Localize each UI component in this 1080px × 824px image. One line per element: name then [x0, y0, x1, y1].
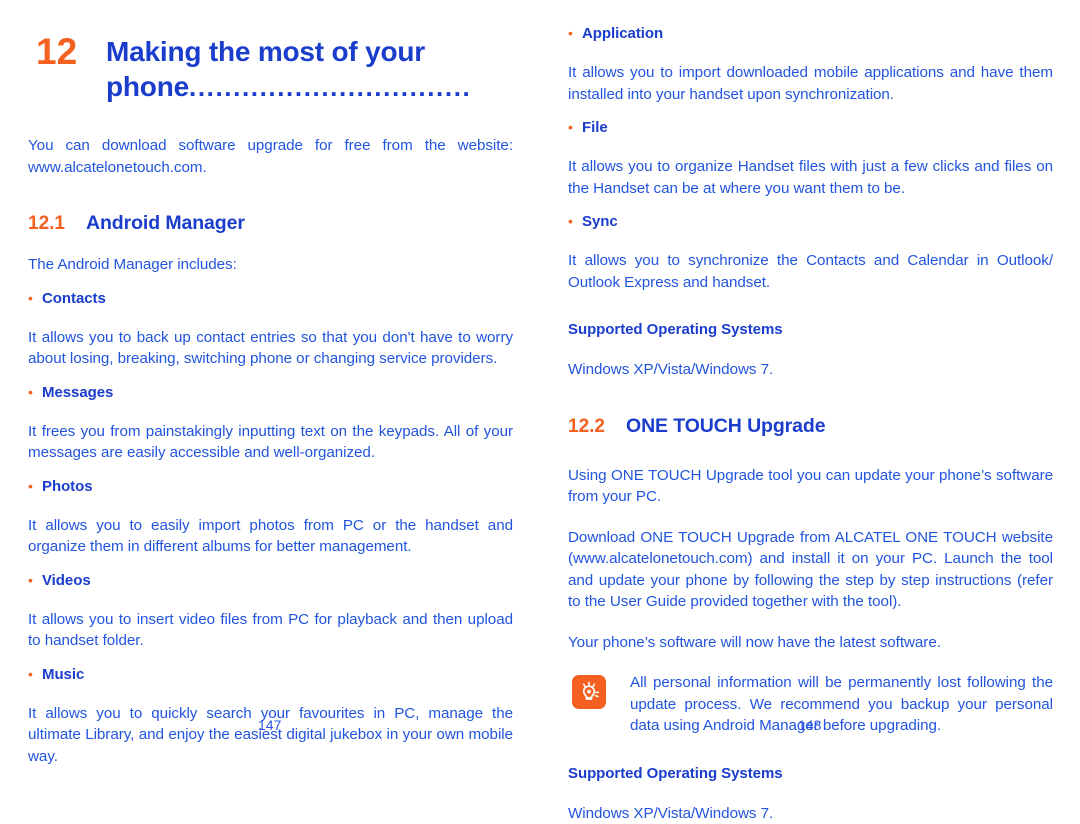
- supported-os-value: Windows XP/Vista/Windows 7.: [568, 359, 1053, 381]
- spacer: [28, 235, 513, 254]
- list-item-text: It frees you from painstakingly inputtin…: [28, 421, 513, 464]
- spacer: [568, 137, 1053, 156]
- section-heading-12-2: 12.2 ONE TOUCH Upgrade: [568, 415, 1053, 438]
- list-item: • Music: [28, 665, 513, 684]
- spacer: [568, 43, 1053, 62]
- bullet-icon: •: [28, 665, 42, 684]
- spacer: [28, 558, 513, 571]
- list-item: • Messages: [28, 383, 513, 402]
- intro-paragraph: You can download software upgrade for fr…: [28, 135, 513, 178]
- page-number-left: 147: [258, 717, 281, 733]
- list-item-text: It allows you to organize Handset files …: [568, 156, 1053, 199]
- section-title: ONE TOUCH Upgrade: [626, 415, 825, 438]
- upgrade-paragraph-3: Your phone’s software will now have the …: [568, 632, 1053, 654]
- bullet-icon: •: [28, 571, 42, 590]
- chapter-title-line-1: Making the most of your: [106, 34, 513, 69]
- upgrade-paragraph-2: Download ONE TOUCH Upgrade from ALCATEL …: [568, 527, 1053, 613]
- spacer: [568, 105, 1053, 118]
- right-page-column: • Application It allows you to import do…: [568, 0, 1053, 767]
- list-item-text: It allows you to import downloaded mobil…: [568, 62, 1053, 105]
- chapter-number: 12: [36, 33, 106, 71]
- spacer: [28, 590, 513, 609]
- spacer: [28, 652, 513, 665]
- bullet-icon: •: [568, 212, 582, 231]
- list-item-label: Messages: [42, 383, 113, 402]
- bullet-icon: •: [568, 118, 582, 137]
- left-page-column: 12 Making the most of your phone........…: [28, 0, 513, 767]
- chapter-heading: 12 Making the most of your phone........…: [36, 33, 513, 105]
- document-page-spread: 12 Making the most of your phone........…: [0, 0, 1080, 767]
- spacer: [568, 784, 1053, 803]
- spacer: [28, 370, 513, 383]
- tip-note-text: All personal information will be permane…: [606, 672, 1053, 737]
- page-number-right: 148: [798, 717, 821, 733]
- list-item-text: It allows you to back up contact entries…: [28, 327, 513, 370]
- list-item: • Sync: [568, 212, 1053, 231]
- chapter-title-word: phone: [106, 71, 189, 102]
- spacer: [568, 508, 1053, 527]
- section-title: Android Manager: [86, 212, 245, 235]
- list-item-text: It allows you to easily import photos fr…: [28, 515, 513, 558]
- bullet-icon: •: [568, 24, 582, 43]
- leader-dots: ................................: [189, 72, 471, 102]
- list-item-label: Videos: [42, 571, 91, 590]
- spacer: [568, 340, 1053, 359]
- list-item: • Photos: [28, 477, 513, 496]
- spacer: [568, 438, 1053, 465]
- list-item-text: It allows you to quickly search your fav…: [28, 703, 513, 768]
- spacer: [28, 402, 513, 421]
- list-item-text: It allows you to synchronize the Contact…: [568, 250, 1053, 293]
- spacer: [568, 381, 1053, 415]
- lead-in-paragraph: The Android Manager includes:: [28, 254, 513, 276]
- list-item-label: Sync: [582, 212, 618, 231]
- chapter-title: Making the most of your phone...........…: [106, 33, 513, 105]
- spacer: [568, 613, 1053, 632]
- list-item: • Videos: [28, 571, 513, 590]
- list-item-label: Application: [582, 24, 663, 43]
- list-item: • Contacts: [28, 289, 513, 308]
- list-item-label: Contacts: [42, 289, 106, 308]
- spacer: [28, 308, 513, 327]
- section-number: 12.2: [568, 416, 626, 438]
- bullet-icon: •: [28, 477, 42, 496]
- list-item-label: File: [582, 118, 608, 137]
- upgrade-paragraph-1: Using ONE TOUCH Upgrade tool you can upd…: [568, 465, 1053, 508]
- bullet-icon: •: [28, 289, 42, 308]
- section-number: 12.1: [28, 213, 86, 235]
- supported-os-heading: Supported Operating Systems: [568, 320, 1053, 340]
- spacer: [568, 293, 1053, 320]
- supported-os-value: Windows XP/Vista/Windows 7.: [568, 803, 1053, 824]
- spacer: [568, 737, 1053, 764]
- spacer: [28, 464, 513, 477]
- list-item: • Application: [568, 24, 1053, 43]
- spacer: [28, 276, 513, 289]
- bullet-icon: •: [28, 383, 42, 402]
- spacer: [28, 496, 513, 515]
- list-item: • File: [568, 118, 1053, 137]
- section-heading-12-1: 12.1 Android Manager: [28, 212, 513, 235]
- chapter-title-line-2: phone................................: [106, 69, 513, 105]
- list-item-text: It allows you to insert video files from…: [28, 609, 513, 652]
- spacer: [28, 684, 513, 703]
- list-item-label: Photos: [42, 477, 93, 496]
- spacer: [568, 199, 1053, 212]
- spacer: [28, 178, 513, 212]
- spacer: [568, 0, 1053, 24]
- list-item-label: Music: [42, 665, 84, 684]
- tip-lightbulb-icon: [572, 675, 606, 709]
- spacer: [568, 231, 1053, 250]
- spacer: [568, 653, 1053, 672]
